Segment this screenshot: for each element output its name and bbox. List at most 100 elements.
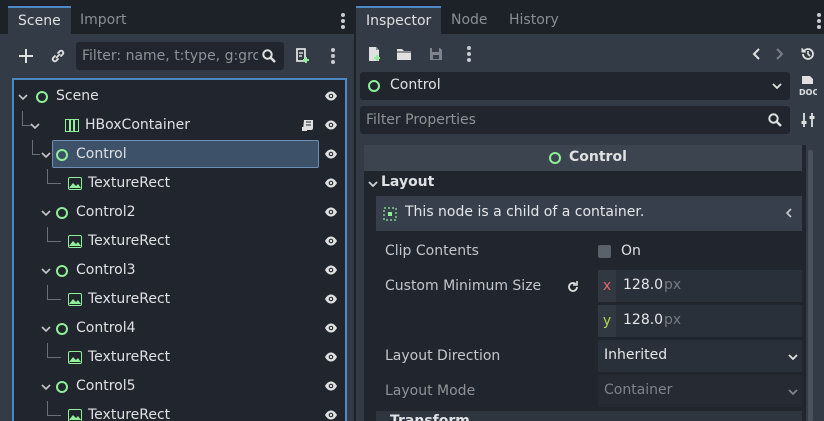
clip-contents-label: Clip Contents (385, 243, 479, 259)
visibility-eye-icon[interactable] (324, 351, 338, 363)
scene-filter-input[interactable] (82, 46, 258, 66)
clip-contents-checkbox[interactable] (598, 245, 611, 258)
hbox-container-icon (65, 119, 79, 132)
inspector-dock-menu-icon[interactable] (814, 12, 824, 30)
save-resource-button[interactable] (424, 42, 448, 66)
tree-row[interactable]: HBoxContainer (14, 111, 345, 140)
open-resource-button[interactable] (392, 42, 416, 66)
inspector-properties: Control Layout This node is a child of a… (364, 145, 806, 421)
transform-section[interactable]: Transform (376, 411, 802, 421)
category-layout-label: Layout (381, 174, 435, 190)
control-node-icon (56, 323, 68, 335)
transform-section-label: Transform (390, 413, 470, 421)
visibility-eye-icon[interactable] (324, 235, 338, 247)
expand-chevron-icon[interactable] (18, 92, 28, 102)
search-icon (768, 113, 782, 127)
visibility-eye-icon[interactable] (324, 177, 338, 189)
expand-chevron-icon[interactable] (41, 150, 51, 160)
inspector-dock: Inspector Node History Control DOC Filte… (356, 0, 824, 421)
visibility-eye-icon[interactable] (324, 206, 338, 218)
chevron-down-icon (772, 83, 782, 89)
chevron-down-icon (788, 354, 798, 360)
tab-import[interactable]: Import (70, 6, 136, 34)
class-header-title: Control (569, 149, 627, 165)
inspector-scrollbar[interactable] (808, 150, 813, 421)
open-docs-button[interactable]: DOC (796, 74, 820, 98)
expand-chevron-icon[interactable] (30, 121, 40, 131)
object-history-button[interactable] (796, 42, 820, 66)
history-back-button[interactable] (744, 42, 768, 66)
visibility-eye-icon[interactable] (324, 264, 338, 276)
tab-history[interactable]: History (499, 6, 569, 34)
property-filter[interactable] (360, 106, 790, 134)
visibility-eye-icon[interactable] (324, 409, 338, 421)
visibility-eye-icon[interactable] (324, 380, 338, 392)
add-node-button[interactable] (14, 44, 38, 68)
plus-icon (19, 49, 33, 63)
tree-row[interactable]: TextureRect (14, 343, 345, 372)
tree-row[interactable]: Control2 (14, 198, 345, 227)
tab-node[interactable]: Node (441, 6, 498, 34)
tree-row[interactable]: Control (14, 140, 345, 169)
tree-row[interactable]: Control3 (14, 256, 345, 285)
control-node-icon (56, 207, 68, 219)
expand-chevron-icon[interactable] (41, 266, 51, 276)
revert-icon[interactable] (566, 280, 580, 294)
property-filter-input[interactable] (366, 110, 756, 130)
min-size-x-field[interactable]: x 128.0 px (598, 270, 802, 302)
control-node-icon (549, 152, 561, 164)
class-header: Control (364, 145, 802, 171)
min-size-y-unit: px (664, 312, 682, 328)
tree-row[interactable]: Scene (14, 82, 345, 111)
visibility-eye-icon[interactable] (324, 293, 338, 305)
category-layout[interactable]: Layout (364, 172, 802, 195)
selected-node-picker[interactable]: Control (360, 72, 790, 100)
tree-row[interactable]: Control5 (14, 372, 345, 401)
tab-scene[interactable]: Scene (8, 6, 71, 34)
tree-row[interactable]: TextureRect (14, 227, 345, 256)
min-size-y-field[interactable]: y 128.0 px (598, 305, 802, 337)
texture-rect-icon (68, 235, 82, 248)
texture-rect-icon (68, 351, 82, 364)
chevron-right-icon (776, 48, 784, 60)
scene-filter[interactable] (76, 42, 284, 70)
control-node-icon (36, 91, 48, 103)
scene-tree[interactable]: Scene HBoxContainer Control TextureRect Cont… (12, 78, 347, 421)
min-size-x-value: 128.0 (623, 277, 664, 293)
inspector-tools-button[interactable] (796, 108, 820, 132)
script-icon[interactable] (301, 118, 315, 132)
tree-row[interactable]: TextureRect (14, 401, 345, 421)
visibility-eye-icon[interactable] (324, 322, 338, 334)
history-forward-button[interactable] (768, 42, 792, 66)
tab-inspector[interactable]: Inspector (356, 6, 442, 34)
custom-min-size-label: Custom Minimum Size (385, 278, 542, 294)
tree-row[interactable]: Control4 (14, 314, 345, 343)
container-info-message[interactable]: This node is a child of a container. (376, 196, 802, 231)
instance-scene-button[interactable] (46, 44, 70, 68)
scene-dock-menu-icon[interactable] (338, 12, 348, 30)
tree-row-label: Control (76, 146, 127, 162)
scene-more-icon[interactable] (328, 47, 338, 65)
tree-row[interactable]: TextureRect (14, 285, 345, 314)
layout-mode-value: Container (604, 382, 673, 398)
y-axis-label: y (598, 305, 616, 337)
tree-row-label: TextureRect (88, 407, 171, 421)
attach-script-button[interactable] (290, 44, 314, 68)
expand-chevron-icon[interactable] (41, 208, 51, 218)
clip-contents-field[interactable]: On (598, 235, 802, 267)
chevron-down-icon (788, 389, 798, 395)
script-add-icon (296, 48, 309, 63)
texture-rect-icon (68, 409, 82, 421)
visibility-eye-icon[interactable] (324, 148, 338, 160)
control-node-icon (56, 381, 68, 393)
layout-direction-dropdown[interactable]: Inherited (598, 340, 802, 372)
expand-chevron-icon[interactable] (41, 382, 51, 392)
tree-row[interactable]: TextureRect (14, 169, 345, 198)
new-resource-button[interactable] (362, 42, 386, 66)
inspector-object-menu-icon[interactable] (464, 45, 474, 63)
visibility-eye-icon[interactable] (324, 90, 338, 102)
expand-chevron-icon[interactable] (41, 324, 51, 334)
layout-direction-label: Layout Direction (385, 348, 501, 364)
scene-tabbar: Scene Import (0, 0, 354, 34)
visibility-eye-icon[interactable] (324, 119, 338, 131)
